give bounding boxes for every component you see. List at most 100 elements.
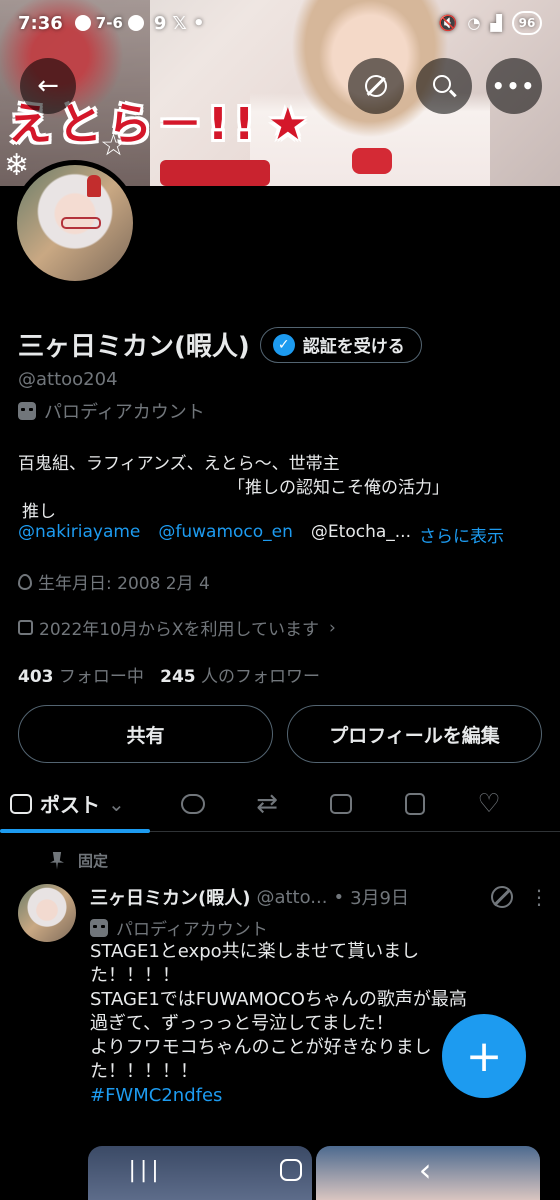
- bio-mentions: @nakiriayame @fuwamoco_en @Etocha_... さら…: [18, 522, 504, 547]
- profile-avatar[interactable]: [12, 160, 138, 286]
- post-header: 三ヶ日ミカン(暇人) @atto... • 3月9日 ⋮: [90, 884, 550, 910]
- plus-icon: +: [465, 1030, 503, 1082]
- verified-check-icon: ✓: [272, 333, 295, 356]
- profile-handle: @attoo204: [18, 369, 118, 390]
- post-line: た！！！！: [90, 965, 180, 986]
- pin-icon: [50, 851, 64, 870]
- battery-icon: 96: [512, 11, 542, 35]
- joined-text: 2022年10月からXを利用しています: [39, 620, 320, 640]
- banner-ribbon: [160, 160, 270, 186]
- compose-post-button[interactable]: +: [442, 1014, 526, 1098]
- snowflake-icon: ❄: [4, 148, 30, 183]
- profile-tabs: ポスト ⌄ ⇄ ♡: [0, 776, 560, 833]
- parody-text: パロディアカウント: [44, 402, 205, 423]
- recent-apps-button[interactable]: |||: [128, 1158, 162, 1183]
- team-logo-icon: [74, 15, 91, 31]
- repost-icon: ⇄: [256, 788, 278, 819]
- more-options-button[interactable]: •••: [486, 58, 542, 114]
- tab-reposts[interactable]: ⇄: [230, 776, 304, 832]
- post-line: STAGE1ではFUWAMOCOちゃんの歌声が最高: [90, 989, 467, 1010]
- bio-line: 百鬼組、ラフィアンズ、えとら～、世帯主: [18, 454, 340, 474]
- edit-profile-label: プロフィールを編集: [329, 724, 500, 747]
- avatar-horn: [87, 175, 101, 197]
- status-bar: 7:36 7-6 9 𝕏 • 🔇 ◔ ▟ 96: [0, 0, 560, 46]
- reply-icon: [181, 793, 205, 814]
- status-right: 🔇 ◔ ▟ 96: [439, 11, 542, 35]
- back-nav-button[interactable]: ‹: [419, 1151, 432, 1189]
- back-button[interactable]: ←: [20, 58, 76, 114]
- following-count: 403: [18, 667, 54, 687]
- birthday-text: 生年月日: 2008 2月 4: [38, 574, 210, 594]
- post-parody-text: パロディアカウント: [116, 920, 268, 940]
- dot-icon: •: [192, 12, 205, 34]
- no-translate-icon: [365, 75, 387, 97]
- signal-icon: ▟: [490, 14, 502, 32]
- tab-media[interactable]: [304, 776, 378, 832]
- post-parody-label: パロディアカウント: [90, 915, 268, 940]
- following-link[interactable]: 403 フォロー中: [18, 667, 144, 687]
- post-author-handle[interactable]: @atto...: [256, 887, 327, 908]
- no-translate-icon[interactable]: [491, 886, 513, 908]
- system-nav-bar: ||| ‹: [0, 1140, 560, 1200]
- tab-posts-label: ポスト: [40, 793, 100, 817]
- get-verified-label: 認証を受ける: [302, 337, 405, 357]
- chevron-right-icon: ›: [329, 617, 336, 638]
- team-logo-icon: [127, 15, 144, 31]
- post-separator: •: [333, 886, 345, 908]
- show-more-link[interactable]: さらに表示: [419, 522, 504, 547]
- score-text: 7-6: [95, 14, 123, 32]
- follow-stats: 403 フォロー中 245 人のフォロワー: [18, 662, 320, 687]
- home-button[interactable]: [279, 1159, 302, 1181]
- display-name: 三ヶ日ミカン(暇人): [18, 332, 250, 362]
- posts-icon: [10, 793, 32, 814]
- birthday-row: 生年月日: 2008 2月 4: [18, 569, 210, 594]
- mention-link[interactable]: @fuwamoco_en: [158, 522, 293, 547]
- search-button[interactable]: [416, 58, 472, 114]
- banner-star: ★: [268, 99, 314, 150]
- sports-score: 7-6: [74, 14, 144, 32]
- more-icon: •••: [491, 74, 537, 98]
- joined-row[interactable]: 2022年10月からXを利用しています ›: [18, 615, 336, 640]
- avatar-glasses: [61, 217, 101, 229]
- notification-count: 9: [153, 12, 167, 34]
- post-avatar[interactable]: [18, 884, 76, 942]
- tab-likes[interactable]: ♡: [452, 776, 526, 832]
- tab-posts[interactable]: ポスト ⌄: [0, 776, 150, 833]
- post-date[interactable]: 3月9日: [350, 884, 409, 910]
- pinned-label: 固定: [78, 852, 109, 870]
- tab-replies[interactable]: [156, 776, 230, 832]
- followers-link[interactable]: 245 人のフォロワー: [160, 667, 320, 687]
- share-label: 共有: [126, 724, 165, 747]
- share-button[interactable]: 共有: [18, 705, 273, 763]
- sparkle-icon: ☆: [100, 128, 127, 163]
- chevron-down-icon: ⌄: [108, 791, 125, 816]
- heart-icon: ♡: [477, 788, 501, 819]
- translate-off-button[interactable]: [348, 58, 404, 114]
- article-icon: [405, 792, 425, 815]
- mention-link[interactable]: @Etocha_...: [311, 522, 411, 547]
- mention-link[interactable]: @nakiriayame: [18, 522, 140, 547]
- followers-count: 245: [160, 667, 196, 687]
- post-more-icon[interactable]: ⋮: [529, 885, 550, 909]
- edit-profile-button[interactable]: プロフィールを編集: [287, 705, 542, 763]
- x-logo-icon: 𝕏: [172, 12, 187, 34]
- post-line: STAGE1とexpo共に楽しませて貰いまし: [90, 941, 420, 962]
- status-time: 7:36: [18, 12, 63, 34]
- name-row: 三ヶ日ミカン(暇人) ✓ 認証を受ける: [18, 326, 422, 363]
- tab-articles[interactable]: [378, 776, 452, 832]
- following-label: フォロー中: [58, 667, 144, 687]
- pinned-indicator: 固定: [50, 850, 108, 871]
- bio-line: 「推しの認知こそ俺の活力」: [228, 478, 449, 498]
- post-author-name[interactable]: 三ヶ日ミカン(暇人): [90, 884, 250, 910]
- media-icon: [330, 793, 352, 814]
- parody-mask-icon: [90, 918, 108, 937]
- location-pin-icon: [18, 573, 32, 590]
- search-icon: [433, 75, 457, 97]
- calendar-icon: [18, 620, 33, 635]
- get-verified-button[interactable]: ✓ 認証を受ける: [259, 326, 422, 363]
- followers-label: 人のフォロワー: [201, 667, 321, 687]
- parody-label: パロディアカウント: [18, 398, 205, 424]
- bio-line: 推し: [22, 502, 56, 522]
- mute-icon: 🔇: [438, 14, 458, 32]
- parody-mask-icon: [18, 402, 36, 420]
